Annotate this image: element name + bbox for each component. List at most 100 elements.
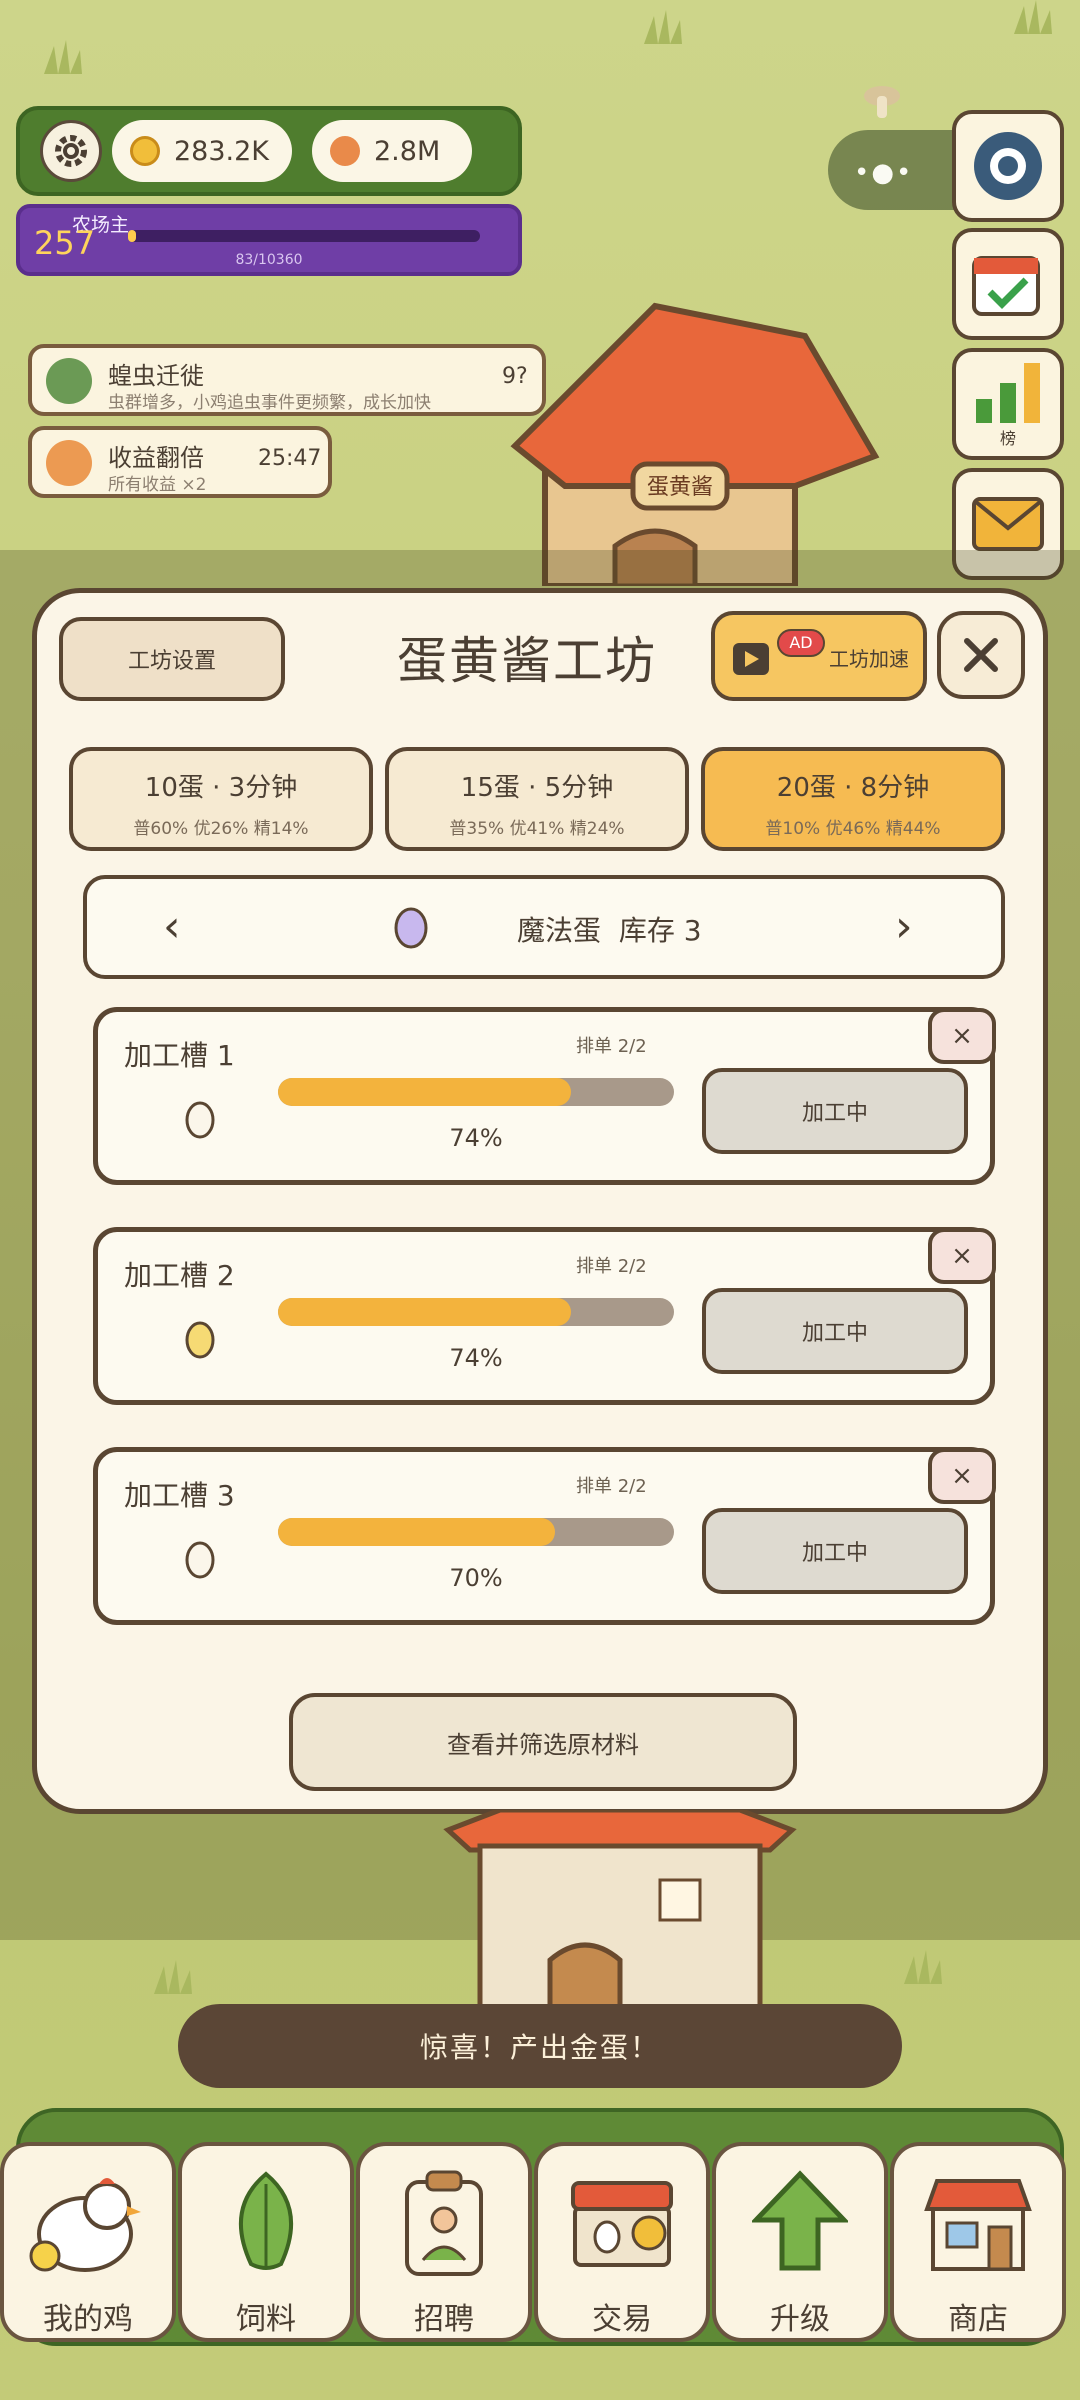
dollar-icon [46,440,92,486]
slot-percent: 74% [449,1344,503,1372]
slot-percent: 70% [449,1564,503,1592]
processing-slot: 加工槽 1 排单 2/2 74% 加工中 × [93,1007,996,1185]
nav-trade[interactable]: 交易 [534,2142,710,2342]
event-desc: 虫群增多，小鸡追虫事件更频繁，成长加快 [108,393,431,413]
slot-name: 加工槽 1 [124,1039,235,1072]
processing-button[interactable]: 加工中 [702,1508,968,1594]
processing-button[interactable]: 加工中 [702,1068,968,1154]
mode-odds: 普60% 优26% 精14% [133,819,309,839]
ad-badge: AD [777,629,825,657]
play-icon [733,643,769,675]
market-icon [571,2181,673,2267]
event-locust[interactable]: 蝗虫迁徙 虫群增多，小鸡追虫事件更频繁，成长加快 9? [28,344,546,416]
market-house[interactable] [440,1810,800,2036]
grass-decoration [1014,0,1052,34]
slot-queue: 排单 2/2 [576,1476,647,1497]
mode-label: 20蛋 · 8分钟 [776,773,930,803]
speedup-label: 工坊加速 [829,647,909,671]
nav-label: 饲料 [236,2302,296,2337]
slot-progress-fill [278,1518,556,1546]
arrow-up-icon [752,2170,848,2271]
more-icon: •●• [854,158,914,188]
processing-slot: 加工槽 2 排单 2/2 74% 加工中 × [93,1227,996,1405]
settings-button[interactable] [40,120,102,182]
slot-progress-fill [278,1078,572,1106]
camera-icon [974,132,1042,200]
cloud-icon [46,358,92,404]
next-egg-button[interactable]: › [895,901,913,952]
grass-decoration [904,1950,942,1984]
camera-button[interactable] [952,110,1064,222]
event-title: 收益翻倍 [108,444,204,472]
nav-label: 交易 [592,2302,652,2337]
slot-percent: 74% [449,1124,503,1152]
nav-label: 我的鸡 [43,2302,133,2337]
close-icon [964,638,998,672]
workshop-house[interactable]: 蛋黄酱 [505,296,885,586]
toast-message: 惊喜！产出金蛋！ [178,2004,902,2088]
nav-shop[interactable]: 商店 [890,2142,1066,2342]
nav-my-chickens[interactable]: 我的鸡 [0,2142,176,2342]
event-desc: 所有收益 ×2 [108,475,207,495]
leaf-icon [238,2171,294,2270]
coin-counter[interactable]: 283.2K [112,120,292,182]
grass-decoration [44,40,82,74]
processing-slot: 加工槽 3 排单 2/2 70% 加工中 × [93,1447,996,1625]
calendar-icon [972,256,1040,316]
mode-option-10[interactable]: 10蛋 · 3分钟 普60% 优26% 精14% [69,747,373,851]
chart-icon [976,363,1040,423]
slot-cancel-button[interactable]: × [928,1008,996,1064]
grass-decoration [154,1960,192,1994]
slot-name: 加工槽 3 [124,1479,235,1512]
slot-cancel-button[interactable]: × [928,1228,996,1284]
view-materials-button[interactable]: 查看并筛选原材料 [289,1693,797,1791]
mode-option-20[interactable]: 20蛋 · 8分钟 普10% 优46% 精44% [701,747,1005,851]
egg-selector: ‹ 魔法蛋 库存 3 › [83,875,1005,979]
panel-title: 蛋黄酱工坊 [397,632,657,690]
badge-icon [405,2170,483,2276]
calendar-button[interactable] [952,228,1064,340]
grass-decoration [644,10,682,44]
nav-upgrade[interactable]: 升级 [712,2142,888,2342]
slot-queue: 排单 2/2 [576,1256,647,1277]
workshop-speedup-button[interactable]: AD 工坊加速 [711,611,927,701]
nav-label: 商店 [948,2302,1008,2337]
coin-icon [130,136,160,166]
leaderboard-button[interactable]: 榜 [952,348,1064,460]
level-bar[interactable]: 农场主 257 83/10360 [16,204,522,276]
egg-icon [185,1101,215,1139]
slot-queue: 排单 2/2 [576,1036,647,1057]
nav-label: 招聘 [414,2302,474,2337]
egg-icon [185,1541,215,1579]
mode-odds: 普10% 优46% 精44% [765,819,941,839]
egg-stock: 库存 3 [618,914,702,947]
mode-option-15[interactable]: 15蛋 · 5分钟 普35% 优41% 精24% [385,747,689,851]
egg-name: 魔法蛋 库存 3 [517,914,702,947]
house-sign: 蛋黄酱 [647,475,713,500]
workshop-settings-button[interactable]: 工坊设置 [59,617,285,701]
mail-icon [972,497,1044,551]
event-timer: 25:47 [258,446,322,471]
gear-icon [55,135,87,167]
nav-recruit[interactable]: 招聘 [356,2142,532,2342]
mode-label: 15蛋 · 5分钟 [460,773,614,803]
slot-progress-fill [278,1298,572,1326]
nav-feed[interactable]: 饲料 [178,2142,354,2342]
resource-bar: 283.2K 2.8M [16,106,522,196]
slot-progress-track [278,1078,674,1106]
processing-button[interactable]: 加工中 [702,1288,968,1374]
event-timer: 9? [502,364,528,389]
chicken-icon [29,2178,141,2272]
slot-cancel-button[interactable]: × [928,1448,996,1504]
prev-egg-button[interactable]: ‹ [163,901,181,952]
magic-egg-icon [394,907,428,949]
slot-progress-track [278,1298,674,1326]
level-progress-text: 83/10360 [235,252,303,268]
gem-counter[interactable]: 2.8M [312,120,472,182]
event-double-income[interactable]: 收益翻倍 所有收益 ×2 25:47 [28,426,332,498]
egg-icon [185,1321,215,1359]
mushroom-decoration [864,86,900,118]
close-button[interactable] [937,611,1025,699]
leaderboard-label: 榜 [999,429,1016,448]
event-title: 蝗虫迁徙 [108,362,204,390]
